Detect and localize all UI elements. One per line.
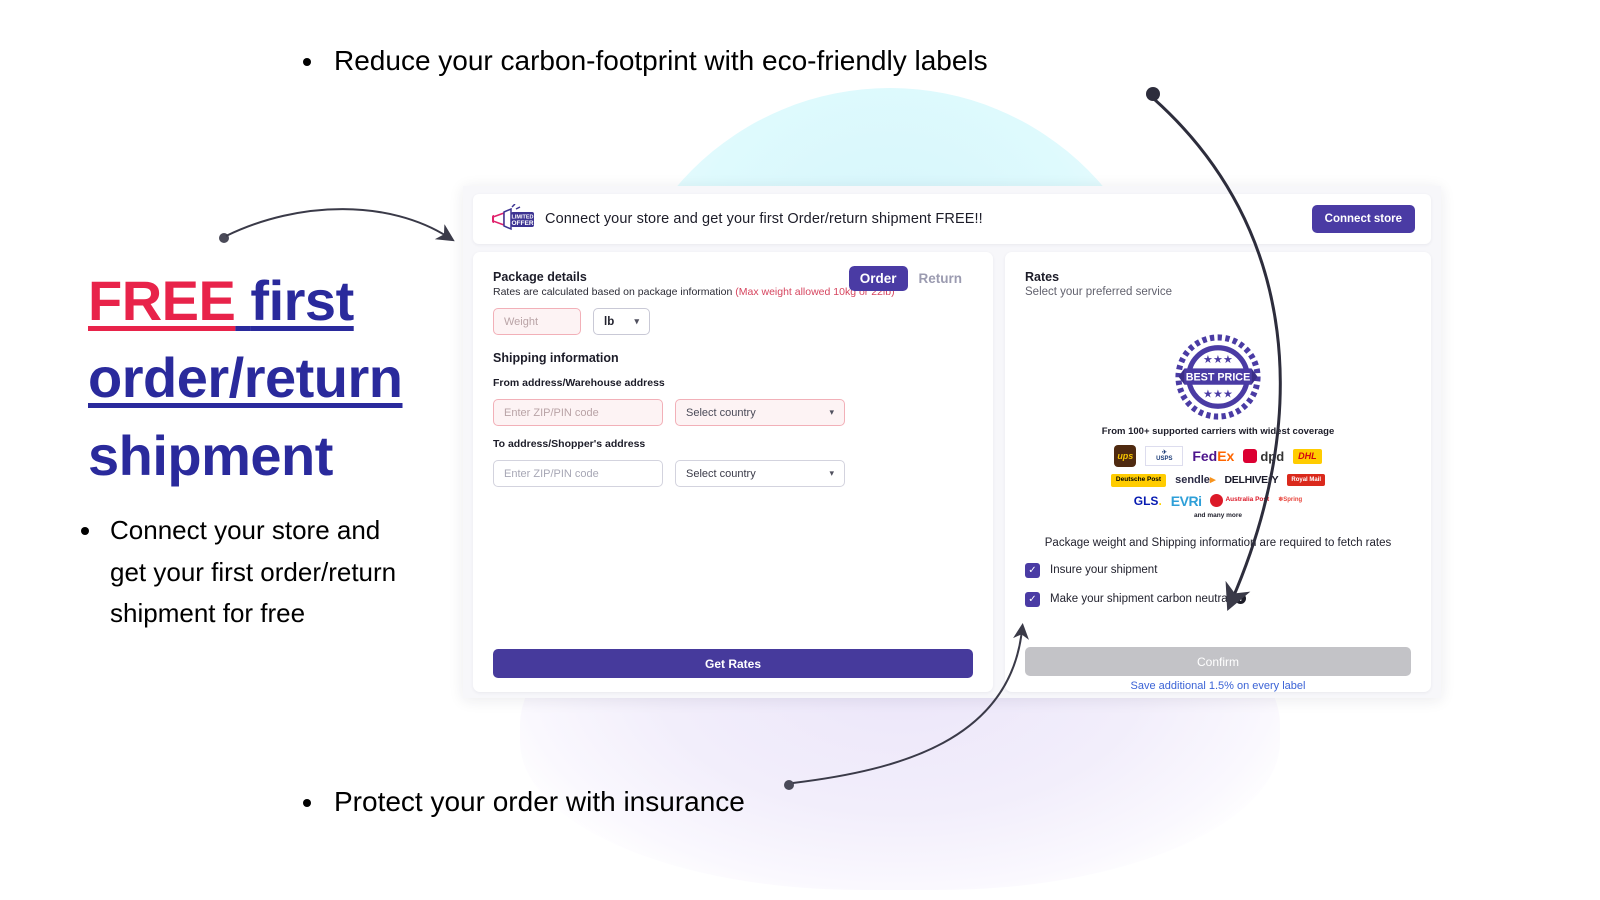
deutsche-post-logo-icon: Deutsche Post	[1110, 474, 1167, 487]
connect-store-button[interactable]: Connect store	[1311, 205, 1415, 233]
spring-text: Spring	[1283, 497, 1303, 504]
shipping-information-title: Shipping information	[493, 351, 619, 365]
royal-mail-logo-icon: Royal Mail	[1287, 474, 1326, 487]
rates-required-note: Package weight and Shipping information …	[1044, 536, 1392, 549]
best-price-area: ★★★ BEST PRICE ★★★ From 100+ supported c…	[1025, 334, 1411, 519]
headline-free: FREE	[88, 269, 236, 332]
to-address-label: To address/Shopper's address	[493, 438, 646, 450]
fedex-fed-text: Fed	[1192, 448, 1218, 464]
insure-shipment-checkbox[interactable]: ✓	[1025, 562, 1040, 578]
from-zip-placeholder-text: Enter ZIP/PIN code	[504, 406, 599, 419]
headline-first: first	[250, 269, 354, 332]
promo-banner: LIMITED OFFER Connect your store and get…	[473, 194, 1431, 244]
carrier-logo-row: ups ✈ USPS Fed Ex dpd DHL	[1114, 445, 1322, 467]
fedex-ex-text: Ex	[1217, 448, 1235, 464]
carbon-neutral-checkbox[interactable]: ✓	[1025, 591, 1040, 607]
package-details-pane: Package details Rates are calculated bas…	[473, 252, 993, 692]
carriers-coverage-note: From 100+ supported carriers with widest…	[1101, 426, 1335, 437]
megaphone-limited-offer-icon: LIMITED OFFER	[489, 203, 537, 234]
to-country-value: Select country	[686, 467, 756, 480]
dpd-mark	[1243, 449, 1258, 463]
weight-input[interactable]: Weight	[493, 308, 581, 335]
chevron-down-icon: ▾	[829, 407, 834, 417]
usps-logo-icon: ✈ USPS	[1145, 446, 1184, 466]
callout-bottom: Protect your order with insurance	[300, 783, 920, 821]
to-zip-input[interactable]: Enter ZIP/PIN code	[493, 460, 663, 487]
gls-text: GLS	[1133, 493, 1159, 508]
carrier-logo-row: Deutsche Post sendle ▸ DELHIVErY Royal Ma…	[1110, 473, 1326, 487]
dhl-logo-icon: DHL	[1293, 448, 1322, 464]
sendle-logo-icon: sendle ▸	[1175, 473, 1216, 486]
evri-logo-icon: EVRi	[1170, 492, 1202, 509]
auspost-mark	[1210, 494, 1224, 507]
best-price-badge-text: BEST PRICE	[1186, 371, 1251, 383]
dpd-logo-icon: dpd	[1243, 449, 1284, 463]
carbon-neutral-row[interactable]: ✓ Make your shipment carbon neutral i	[1025, 591, 1411, 607]
from-country-value: Select country	[686, 406, 756, 419]
tab-return[interactable]: Return	[908, 266, 974, 291]
to-zip-placeholder-text: Enter ZIP/PIN code	[504, 467, 599, 480]
arrow-left-start-dot	[219, 233, 229, 243]
and-many-more-text: and many more	[1193, 511, 1243, 519]
headline-order-return: order/return	[88, 346, 403, 410]
from-address-label: From address/Warehouse address	[493, 377, 665, 389]
weight-placeholder-text: Weight	[504, 315, 539, 328]
arrow-left-path	[225, 208, 455, 242]
confirm-button[interactable]: Confirm	[1025, 647, 1411, 676]
weight-unit-value: lb	[604, 315, 615, 328]
page-title: FREE first order/return shipment	[88, 262, 468, 494]
app-window: LIMITED OFFER Connect your store and get…	[463, 186, 1441, 698]
carrier-logo-grid: ups ✈ USPS Fed Ex dpd DHL Deutsche Post se…	[1025, 445, 1411, 508]
svg-text:★★★: ★★★	[1203, 389, 1233, 401]
tab-order[interactable]: Order	[848, 266, 908, 291]
sendle-text: sendle	[1175, 473, 1210, 486]
delhivery-logo-icon: DELHIVErY	[1224, 474, 1279, 486]
best-price-badge-icon: ★★★ BEST PRICE ★★★	[1175, 334, 1261, 420]
callout-left-text: Connect your store and get your first or…	[104, 510, 408, 635]
from-zip-input[interactable]: Enter ZIP/PIN code	[493, 399, 663, 426]
carrier-logo-row: GLS. EVRi Australia Post ❄ Spring	[1134, 494, 1302, 508]
save-additional-note[interactable]: Save additional 1.5% on every label	[1025, 680, 1411, 692]
callout-left: Connect your store and get your first or…	[78, 510, 408, 635]
spring-logo-icon: ❄ Spring	[1278, 497, 1303, 504]
rates-title: Rates	[1025, 270, 1060, 284]
to-country-select[interactable]: Select country ▾	[675, 460, 845, 487]
callout-top: Reduce your carbon-footprint with eco-fr…	[300, 42, 1180, 80]
insure-shipment-row[interactable]: ✓ Insure your shipment	[1025, 562, 1411, 578]
info-icon[interactable]: i	[1235, 593, 1247, 604]
carbon-neutral-label-text: Make your shipment carbon neutral	[1050, 593, 1231, 605]
callout-top-text: Reduce your carbon-footprint with eco-fr…	[326, 42, 1180, 80]
rates-pane: Rates Select your preferred service ★★★ …	[1005, 252, 1431, 692]
gls-logo-icon: GLS.	[1133, 493, 1162, 508]
chevron-down-icon: ▾	[829, 468, 834, 478]
chevron-down-icon: ▾	[634, 316, 639, 326]
weight-unit-select[interactable]: lb ▾	[593, 308, 650, 335]
svg-text:OFFER: OFFER	[511, 220, 533, 227]
from-country-select[interactable]: Select country ▾	[675, 399, 845, 426]
ups-logo-icon: ups	[1114, 445, 1137, 467]
headline-shipment: shipment	[88, 423, 333, 487]
australia-post-logo-icon: Australia Post	[1210, 494, 1269, 507]
arrow-top-start-dot	[1146, 87, 1160, 101]
slide-canvas: Reduce your carbon-footprint with eco-fr…	[0, 0, 1600, 900]
svg-text:★★★: ★★★	[1203, 354, 1233, 366]
carbon-neutral-label: Make your shipment carbon neutral i	[1050, 593, 1247, 605]
weight-row: Weight lb ▾	[493, 308, 973, 335]
get-rates-button[interactable]: Get Rates	[493, 649, 973, 678]
rates-subtitle: Select your preferred service	[1025, 286, 1173, 298]
order-return-toggle[interactable]: Order Return	[848, 266, 974, 291]
fedex-logo-icon: Fed Ex	[1192, 449, 1234, 463]
package-details-subtitle-main: Rates are calculated based on package in…	[493, 286, 736, 298]
callout-bottom-text: Protect your order with insurance	[326, 783, 920, 821]
dpd-text: dpd	[1260, 448, 1285, 464]
to-address-row: Enter ZIP/PIN code Select country ▾	[493, 460, 973, 487]
auspost-text: Australia Post	[1225, 496, 1270, 504]
panes-container: Package details Rates are calculated bas…	[473, 252, 1431, 692]
insure-shipment-label: Insure your shipment	[1050, 564, 1158, 576]
banner-text: Connect your store and get your first Or…	[545, 211, 983, 227]
from-address-row: Enter ZIP/PIN code Select country ▾	[493, 399, 973, 426]
